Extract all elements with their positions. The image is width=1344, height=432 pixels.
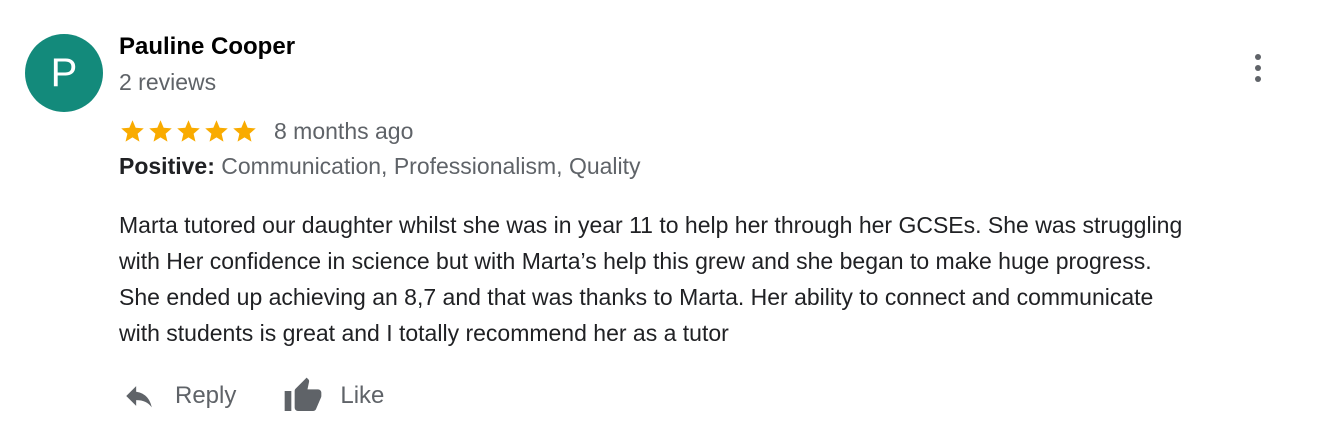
reply-label: Reply	[175, 382, 237, 409]
review-text-line: with students is great and I totally rec…	[119, 320, 729, 346]
more-options-button[interactable]	[1240, 48, 1276, 88]
star-icon	[121, 119, 144, 142]
review-text: Marta tutored our daughter whilst she wa…	[119, 207, 1337, 351]
star-icon	[233, 119, 256, 142]
review-time: 8 months ago	[274, 117, 414, 144]
star-rating	[119, 118, 258, 145]
star-icon	[205, 119, 228, 142]
positive-label: Positive:	[119, 153, 215, 179]
more-vertical-icon	[1255, 54, 1261, 82]
positive-values: Communication, Professionalism, Quality	[221, 153, 641, 179]
reviewer-name[interactable]: Pauline Cooper	[119, 33, 295, 61]
reply-arrow-icon	[119, 379, 159, 413]
avatar[interactable]: P	[25, 34, 103, 112]
star-icon	[177, 119, 200, 142]
review-actions: Reply Like	[119, 372, 384, 420]
positive-attributes: Positive: Communication, Professionalism…	[119, 153, 641, 180]
reviewer-review-count: 2 reviews	[119, 69, 217, 95]
reply-button[interactable]: Reply	[119, 379, 236, 413]
star-icon	[149, 119, 172, 142]
review-text-line: Marta tutored our daughter whilst she wa…	[119, 212, 1183, 238]
review-text-line: She ended up achieving an 8,7 and that w…	[119, 284, 1154, 310]
like-button[interactable]: Like	[280, 376, 384, 416]
thumbs-up-icon	[280, 376, 326, 416]
like-label: Like	[340, 382, 385, 409]
rating-row: 8 months ago	[119, 115, 413, 147]
review-text-line: with Her confidence in science but with …	[119, 248, 1152, 274]
avatar-letter: P	[50, 51, 78, 95]
